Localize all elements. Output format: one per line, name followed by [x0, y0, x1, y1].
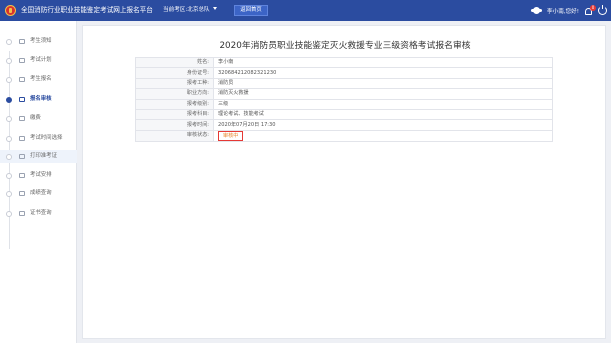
user-greeting[interactable]: 李小南,您好! [547, 7, 579, 15]
table-row: 身份证号: 320684212082321230 [135, 67, 553, 79]
step-dot [6, 135, 12, 142]
page-title: 2020年消防员职业技能鉴定灭火救援专业三级资格考试报名审核 [219, 41, 471, 51]
sidebar-item-print-admission[interactable]: 打印准考证 [0, 150, 77, 163]
registration-info-table: 姓名: 李小南 身份证号: 320684212082321230 报考工种: 消… [135, 56, 553, 142]
table-row: 姓名: 李小南 [135, 56, 553, 69]
main-panel: 2020年消防员职业技能鉴定灭火救援专业三级资格考试报名审核 姓名: 李小南 身… [82, 25, 606, 339]
schedule-icon [19, 173, 25, 178]
field-value: 三级 [213, 98, 553, 110]
sidebar-item-label: 考试安排 [30, 172, 52, 178]
top-header: 全国消防行业职业技能鉴定考试网上报名平台 当前考区:北京总队 返回首页 李小南,… [0, 0, 611, 21]
step-dot [6, 76, 12, 83]
sidebar: 考生须知 考试计划 考生报名 报名审核 缴费 考试时间选择 打印准考证 考试安排 [0, 21, 77, 343]
sidebar-item-exam-notice[interactable]: 考生须知 [0, 35, 77, 48]
fire-emblem-icon [5, 5, 16, 16]
table-row: 职业方向: 消防灭火救援 [135, 88, 553, 100]
user-avatar-icon[interactable] [531, 6, 542, 15]
step-dot [6, 57, 12, 64]
step-dot [6, 153, 12, 160]
app-title: 全国消防行业职业技能鉴定考试网上报名平台 [21, 6, 153, 14]
clock-icon [19, 136, 25, 141]
sidebar-item-label: 报名审核 [30, 96, 52, 102]
sidebar-item-payment[interactable]: 缴费 [0, 112, 77, 125]
home-button[interactable]: 返回首页 [234, 5, 268, 16]
logout-icon[interactable] [598, 4, 607, 15]
field-value: 消防灭火救援 [213, 88, 553, 100]
field-value: 2020年07月20日 17:30 [213, 119, 553, 131]
review-icon [19, 97, 25, 102]
table-row: 报考级别: 三级 [135, 98, 553, 110]
certificate-icon [19, 211, 25, 216]
field-value: 320684212082321230 [213, 67, 553, 79]
caret-down-icon [212, 7, 217, 10]
step-dot [6, 210, 12, 217]
notification-badge: 0 [590, 4, 596, 11]
sidebar-item-exam-schedule[interactable]: 考试安排 [0, 169, 77, 182]
field-value: 李小南 [213, 56, 553, 69]
field-value: 审核中 [213, 129, 553, 142]
field-label: 职业方向: [135, 88, 214, 100]
notification-button[interactable]: 0 [584, 4, 596, 16]
payment-icon [19, 116, 25, 121]
step-dot [6, 96, 12, 103]
sidebar-item-label: 考生须知 [30, 38, 52, 44]
field-label: 报考级别: [135, 98, 214, 110]
field-value: 理论考试、技能考试 [213, 108, 553, 121]
search-icon [19, 191, 25, 196]
exam-area-value: 北京总队 [187, 7, 210, 13]
field-label: 姓名: [135, 56, 214, 69]
sidebar-item-score-query[interactable]: 成绩查询 [0, 187, 77, 200]
sidebar-item-certificate-query[interactable]: 证书查询 [0, 207, 77, 220]
field-label: 身份证号: [135, 67, 214, 79]
table-row-status: 审核状态: 审核中 [135, 129, 553, 142]
sidebar-item-exam-time[interactable]: 考试时间选择 [0, 132, 77, 145]
sidebar-item-label: 打印准考证 [30, 153, 57, 159]
calendar-icon [19, 58, 25, 63]
sidebar-item-label: 考生报名 [30, 76, 52, 82]
sidebar-item-label: 考试时间选择 [30, 135, 63, 141]
field-label: 报考工种: [135, 77, 214, 90]
sidebar-item-label: 考试计划 [30, 57, 52, 63]
sidebar-item-registration[interactable]: 考生报名 [0, 73, 77, 86]
field-label: 审核状态: [135, 129, 214, 142]
step-dot [6, 190, 12, 197]
print-icon [19, 154, 25, 159]
step-dot [6, 38, 12, 45]
sidebar-item-review[interactable]: 报名审核 [0, 93, 77, 106]
field-value: 消防员 [213, 77, 553, 90]
exam-area-selector[interactable]: 当前考区:北京总队 [163, 6, 217, 15]
field-label: 报考时间: [135, 119, 214, 131]
status-badge: 审核中 [218, 131, 244, 141]
user-area: 李小南,您好! 0 [531, 4, 607, 17]
sidebar-item-label: 缴费 [30, 115, 41, 121]
table-row: 报考科目: 理论考试、技能考试 [135, 108, 553, 121]
sidebar-item-label: 证书查询 [30, 210, 52, 216]
field-label: 报考科目: [135, 108, 214, 121]
table-row: 报考时间: 2020年07月20日 17:30 [135, 119, 553, 131]
exam-area-label: 当前考区: [163, 7, 188, 13]
step-dot [6, 115, 12, 122]
book-icon [19, 39, 25, 44]
form-icon [19, 77, 25, 82]
sidebar-item-label: 成绩查询 [30, 190, 52, 196]
step-dot [6, 172, 12, 179]
table-row: 报考工种: 消防员 [135, 77, 553, 90]
sidebar-item-exam-plan[interactable]: 考试计划 [0, 54, 77, 67]
